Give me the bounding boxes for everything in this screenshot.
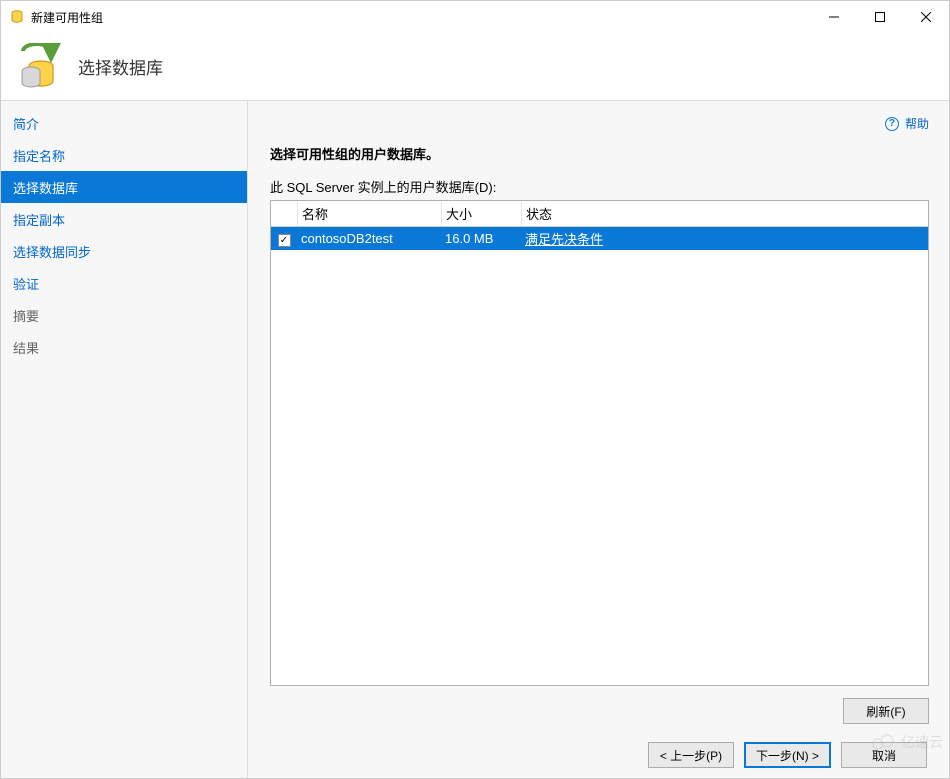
subinstruction-text: 此 SQL Server 实例上的用户数据库(D): <box>270 177 929 196</box>
sidebar-item-label: 指定副本 <box>13 210 65 229</box>
maximize-button[interactable] <box>857 1 903 33</box>
help-row: ? 帮助 <box>270 115 929 132</box>
wizard-sidebar: 简介 指定名称 选择数据库 指定副本 选择数据同步 验证 摘要 结果 <box>1 101 248 778</box>
row-size: 16.0 MB <box>441 231 521 246</box>
column-name[interactable]: 名称 <box>297 201 441 226</box>
column-status[interactable]: 状态 <box>521 201 928 226</box>
sidebar-item-validate[interactable]: 验证 <box>1 267 247 299</box>
sidebar-item-select-db[interactable]: 选择数据库 <box>1 171 247 203</box>
window-controls <box>811 1 949 33</box>
sidebar-item-label: 摘要 <box>13 306 39 325</box>
refresh-row: 刷新(F) <box>270 698 929 724</box>
window-title: 新建可用性组 <box>31 9 103 26</box>
cancel-button[interactable]: 取消 <box>841 742 927 768</box>
sidebar-item-label: 指定名称 <box>13 146 65 165</box>
row-status-link[interactable]: 满足先决条件 <box>521 229 928 248</box>
row-name: contosoDB2test <box>297 231 441 246</box>
instruction-text: 选择可用性组的用户数据库。 <box>270 144 929 163</box>
wizard-body: 简介 指定名称 选择数据库 指定副本 选择数据同步 验证 摘要 结果 ? 帮助 … <box>1 101 949 778</box>
help-icon[interactable]: ? <box>885 117 899 131</box>
minimize-button[interactable] <box>811 1 857 33</box>
sidebar-item-summary[interactable]: 摘要 <box>1 299 247 331</box>
sidebar-item-intro[interactable]: 简介 <box>1 107 247 139</box>
nav-row: < 上一步(P) 下一步(N) > 取消 <box>270 742 929 768</box>
sidebar-item-label: 验证 <box>13 274 39 293</box>
row-checkbox[interactable]: ✓ <box>278 234 291 247</box>
wizard-main: ? 帮助 选择可用性组的用户数据库。 此 SQL Server 实例上的用户数据… <box>248 101 949 778</box>
table-header: 名称 大小 状态 <box>271 201 928 227</box>
database-table: 名称 大小 状态 ✓ contosoDB2test 16.0 MB 满足先决条件 <box>270 200 929 686</box>
app-icon <box>9 9 25 25</box>
sidebar-item-replicas[interactable]: 指定副本 <box>1 203 247 235</box>
wizard-header: 选择数据库 <box>1 33 949 101</box>
sidebar-item-name[interactable]: 指定名称 <box>1 139 247 171</box>
sidebar-item-label: 结果 <box>13 338 39 357</box>
previous-button[interactable]: < 上一步(P) <box>648 742 734 768</box>
refresh-button[interactable]: 刷新(F) <box>843 698 929 724</box>
database-icon <box>15 43 63 91</box>
sidebar-item-sync[interactable]: 选择数据同步 <box>1 235 247 267</box>
sidebar-item-label: 选择数据同步 <box>13 242 91 261</box>
sidebar-item-label: 选择数据库 <box>13 178 78 197</box>
row-checkbox-cell: ✓ <box>271 231 297 247</box>
next-button[interactable]: 下一步(N) > <box>744 742 831 768</box>
sidebar-item-label: 简介 <box>13 114 39 133</box>
page-title: 选择数据库 <box>78 54 163 79</box>
titlebar: 新建可用性组 <box>1 1 949 33</box>
table-body: ✓ contosoDB2test 16.0 MB 满足先决条件 <box>271 227 928 685</box>
sidebar-item-result[interactable]: 结果 <box>1 331 247 363</box>
help-link[interactable]: 帮助 <box>905 115 929 132</box>
table-row[interactable]: ✓ contosoDB2test 16.0 MB 满足先决条件 <box>271 227 928 250</box>
close-button[interactable] <box>903 1 949 33</box>
column-size[interactable]: 大小 <box>441 201 521 226</box>
